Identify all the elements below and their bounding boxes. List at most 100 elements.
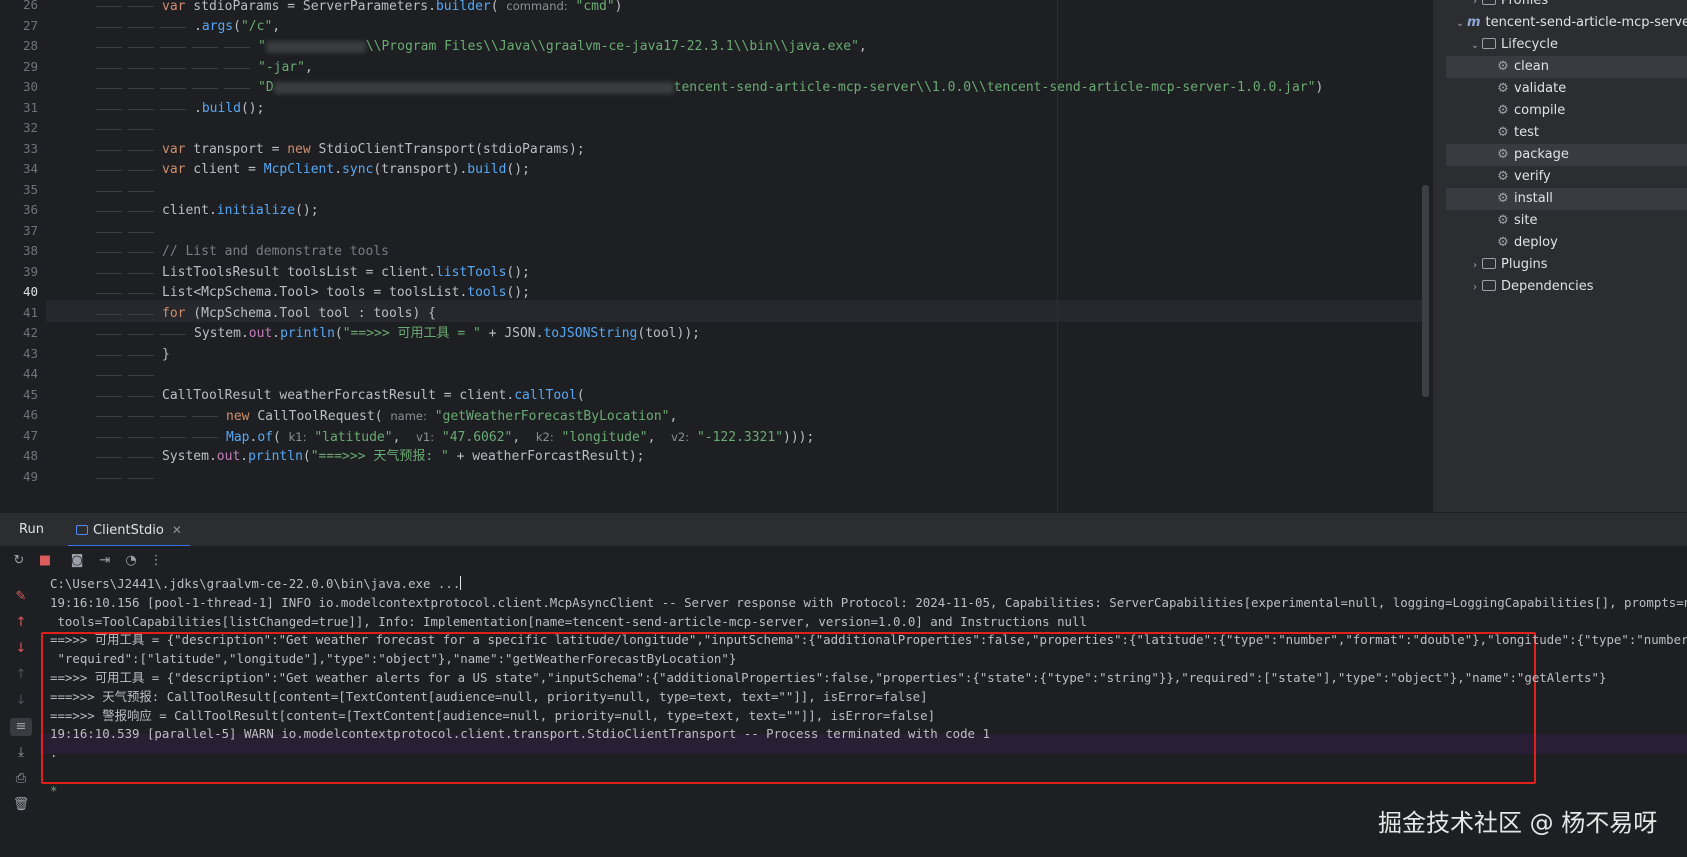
- code-line[interactable]: .args("/c",: [194, 16, 280, 38]
- indent-guide: [192, 436, 218, 438]
- console-line: "required":["latitude","longitude"],"typ…: [50, 651, 737, 667]
- code-line[interactable]: "-jar",: [258, 57, 313, 79]
- indent-guide: [224, 67, 250, 69]
- arrow-up-icon[interactable]: ↑: [12, 614, 30, 632]
- indent-guide: [96, 47, 122, 48]
- indent-guide: [128, 211, 154, 212]
- print-icon[interactable]: ⎙: [12, 770, 30, 788]
- console-line: tools=ToolCapabilities[listChanged=true]…: [50, 613, 1087, 629]
- indent-guide: [128, 457, 154, 458]
- run-toolbar: ↻ ■ ◙ ⇥ ◔ ⋮: [0, 546, 1687, 576]
- camera-icon[interactable]: ◙: [68, 552, 86, 570]
- code-line[interactable]: new CallToolRequest( name: "getWeatherFo…: [226, 405, 677, 427]
- code-line[interactable]: List<McpSchema.Tool> tools = toolsList.t…: [162, 282, 530, 304]
- close-icon[interactable]: ✕: [172, 523, 182, 537]
- gear-icon: ⚙: [1497, 81, 1509, 96]
- maven-item-compile[interactable]: ⚙ compile: [1433, 100, 1687, 122]
- chevron-icon[interactable]: ⌄: [1468, 35, 1482, 57]
- maven-item-verify[interactable]: ⚙ verify: [1433, 166, 1687, 188]
- indent-guide: [96, 108, 122, 110]
- indent-guide: [128, 313, 154, 315]
- code-line[interactable]: }: [162, 344, 170, 366]
- maven-item-label: test: [1514, 125, 1539, 140]
- chevron-icon[interactable]: ›: [1468, 255, 1482, 277]
- code-line[interactable]: var stdioParams = ServerParameters.build…: [162, 0, 622, 17]
- indent-guide: [128, 67, 154, 69]
- next-occurrence-icon[interactable]: ↓: [12, 692, 30, 710]
- code-line[interactable]: var transport = new StdioClientTransport…: [162, 139, 585, 161]
- rerun-icon[interactable]: ↻: [10, 552, 28, 570]
- indent-guide: [128, 334, 154, 335]
- maven-item-clean[interactable]: ⚙ clean: [1446, 56, 1687, 78]
- maven-item-plugins[interactable]: › Plugins: [1433, 254, 1687, 276]
- maven-item-site[interactable]: ⚙ site: [1433, 210, 1687, 232]
- gear-icon: ⚙: [1497, 147, 1509, 162]
- code-line[interactable]: ListToolsResult toolsList = client.listT…: [162, 262, 530, 284]
- code-line[interactable]: " \\Program Files\\Java\\graalvm-ce-java1…: [258, 36, 867, 58]
- code-line[interactable]: System.out.println("==>>> 可用工具 = " + JSO…: [194, 323, 700, 345]
- indent-guide: [160, 436, 186, 438]
- indent-guide: [160, 334, 186, 335]
- maven-item-label: Lifecycle: [1501, 37, 1559, 52]
- maven-item-tencent-send-article-mcp-server[interactable]: ⌄ m tencent-send-article-mcp-server: [1433, 12, 1687, 34]
- chevron-icon[interactable]: ⌄: [1453, 13, 1467, 35]
- indent-guide: [96, 211, 122, 212]
- console-line: ===>>> 天气预报: CallToolResult[content=[Tex…: [50, 688, 928, 704]
- maven-module-icon: m: [1467, 15, 1481, 30]
- code-line[interactable]: client.initialize();: [162, 200, 319, 222]
- arrow-down-icon[interactable]: ↓: [12, 640, 30, 658]
- maven-item-label: verify: [1514, 169, 1551, 184]
- maven-item-install[interactable]: ⚙ install: [1446, 188, 1687, 210]
- code-line[interactable]: CallToolResult weatherForcastResult = cl…: [162, 385, 585, 407]
- maven-item-profiles[interactable]: › Profiles: [1433, 0, 1687, 12]
- code-area[interactable]: var stdioParams = ServerParameters.build…: [0, 0, 1432, 512]
- scroll-to-end-icon[interactable]: ⤓: [12, 744, 30, 762]
- code-line[interactable]: Map.of( k1: "latitude", v1: "47.6062", k…: [226, 426, 814, 448]
- gear-icon: ⚙: [1497, 191, 1509, 206]
- folder-icon: [1482, 0, 1496, 5]
- right-margin-guide: [1057, 0, 1058, 512]
- soft-wrap-icon[interactable]: ≡: [10, 718, 32, 736]
- maven-item-package[interactable]: ⚙ package: [1446, 144, 1687, 166]
- more-options-icon[interactable]: ⋮: [147, 552, 165, 570]
- code-line[interactable]: for (McpSchema.Tool tool : tools) {: [162, 303, 436, 325]
- indent-guide: [128, 293, 154, 294]
- maven-item-deploy[interactable]: ⚙ deploy: [1433, 232, 1687, 254]
- clear-icon[interactable]: ✎: [12, 588, 30, 606]
- maven-item-dependencies[interactable]: › Dependencies: [1433, 276, 1687, 298]
- code-line[interactable]: "D tencent-send-article-mcp-server\\1.0.0…: [258, 77, 1323, 99]
- gear-icon: ⚙: [1497, 235, 1509, 250]
- indent-guide: [96, 375, 122, 376]
- maven-item-label: deploy: [1514, 235, 1558, 250]
- tab-clientstdio[interactable]: ClientStdio ✕: [68, 513, 190, 547]
- trash-icon[interactable]: 🗑: [12, 796, 30, 814]
- indent-guide: [128, 129, 154, 130]
- maven-item-test[interactable]: ⚙ test: [1433, 122, 1687, 144]
- indent-guide: [160, 47, 186, 48]
- editor-scrollbar[interactable]: [1422, 185, 1429, 397]
- indent-guide: [128, 416, 154, 417]
- profiler-icon[interactable]: ◔: [122, 552, 140, 570]
- run-config-icon: [76, 525, 88, 535]
- indent-guide: [96, 313, 122, 315]
- code-line[interactable]: var client = McpClient.sync(transport).b…: [162, 159, 530, 181]
- code-editor[interactable]: 26 27 28 29 30 31 32 33 34 35 36 37 38 39 40 41 42 43 44 45…: [0, 0, 1432, 512]
- prev-occurrence-icon[interactable]: ↑: [12, 666, 30, 684]
- indent-guide: [128, 88, 154, 89]
- maven-item-lifecycle[interactable]: ⌄ Lifecycle: [1433, 34, 1687, 56]
- indent-guide: [160, 416, 186, 417]
- maven-item-validate[interactable]: ⚙ validate: [1433, 78, 1687, 100]
- console-line: 19:16:10.539 [parallel-5] WARN io.modelc…: [50, 726, 990, 742]
- indent-guide: [160, 26, 186, 28]
- indent-guide: [96, 129, 122, 130]
- indent-guide: [192, 67, 218, 69]
- indent-guide: [192, 88, 218, 89]
- code-line[interactable]: // List and demonstrate tools: [162, 241, 389, 263]
- indent-guide: [96, 6, 122, 7]
- code-line[interactable]: System.out.println("===>>> 天气预报: " + wea…: [162, 446, 645, 468]
- code-line[interactable]: .build();: [194, 98, 264, 120]
- export-icon[interactable]: ⇥: [96, 552, 114, 570]
- console-line: *: [50, 782, 58, 798]
- stop-icon[interactable]: ■: [36, 552, 54, 570]
- chevron-icon[interactable]: ›: [1468, 277, 1482, 299]
